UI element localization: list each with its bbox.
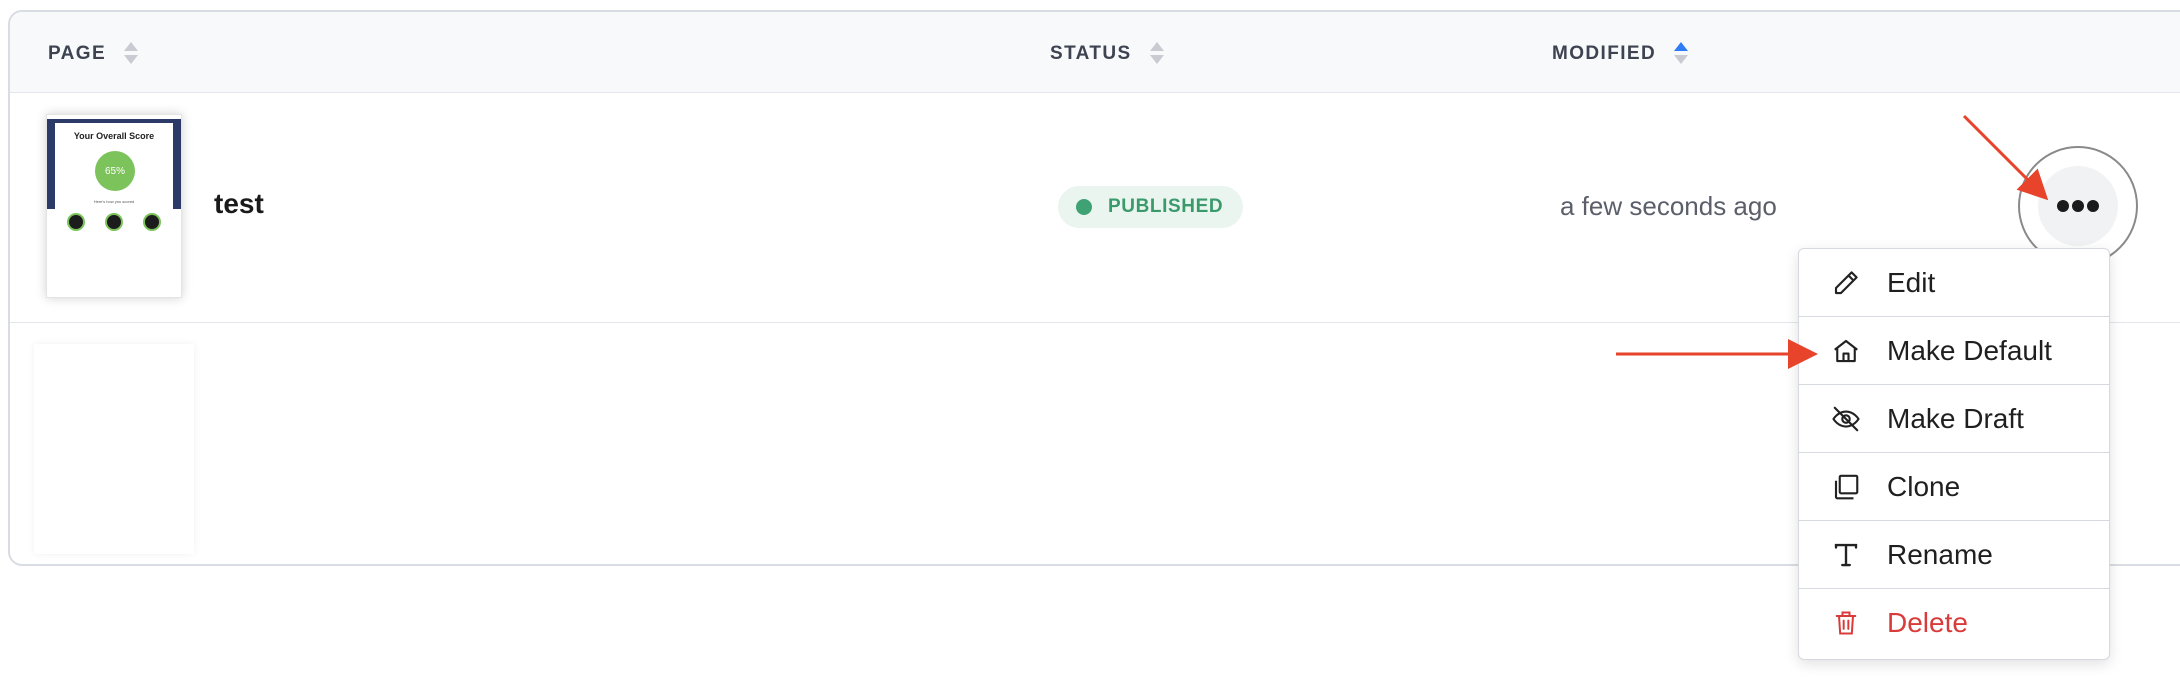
column-label-modified: MODIFIED xyxy=(1552,43,1657,64)
row-actions-menu: Edit Make Default Make Draft Clone Renam… xyxy=(1798,248,2110,660)
pencil-icon xyxy=(1829,266,1863,300)
menu-item-clone[interactable]: Clone xyxy=(1799,453,2109,521)
status-badge: PUBLISHED xyxy=(1058,186,1244,228)
menu-item-label: Make Draft xyxy=(1887,402,2024,434)
menu-item-rename[interactable]: Rename xyxy=(1799,521,2109,589)
column-label-status: STATUS xyxy=(1050,43,1132,64)
table-header: PAGE STATUS MODIFIED xyxy=(10,12,2180,93)
home-icon xyxy=(1829,334,1863,368)
page-thumbnail-placeholder xyxy=(34,344,194,554)
sort-icon[interactable] xyxy=(1149,42,1164,66)
thumbnail-title: Your Overall Score xyxy=(73,131,155,141)
thumbnail-dial-icon xyxy=(105,213,123,231)
eye-slash-icon xyxy=(1829,402,1863,436)
copy-icon xyxy=(1829,470,1863,504)
menu-item-label: Rename xyxy=(1887,538,1993,570)
status-label: PUBLISHED xyxy=(1108,196,1224,217)
thumbnail-dial-icon xyxy=(67,213,85,231)
column-header-modified[interactable]: MODIFIED xyxy=(1552,42,1689,66)
sort-ascending-icon[interactable] xyxy=(1674,42,1689,66)
menu-item-label: Delete xyxy=(1887,607,1968,638)
column-header-status[interactable]: STATUS xyxy=(1050,42,1164,66)
menu-item-delete[interactable]: Delete xyxy=(1799,589,2109,657)
thumbnail-subtitle: Here's how you scored xyxy=(93,199,135,204)
thumbnail-dial-icon xyxy=(143,213,161,231)
trash-icon xyxy=(1829,606,1863,640)
menu-item-label: Edit xyxy=(1887,266,1936,298)
column-label-page: PAGE xyxy=(48,43,107,64)
thumbnail-score-circle: 65% xyxy=(95,151,135,191)
menu-item-label: Make Default xyxy=(1887,334,2052,366)
page-name[interactable]: test xyxy=(214,188,264,220)
thumbnail-preview: Your Overall Score 65% Here's how you sc… xyxy=(55,123,173,289)
menu-item-label: Clone xyxy=(1887,470,1961,502)
menu-item-make-draft[interactable]: Make Draft xyxy=(1799,385,2109,453)
page-thumbnail[interactable]: Your Overall Score 65% Here's how you sc… xyxy=(46,114,182,298)
column-header-page[interactable]: PAGE xyxy=(48,42,139,66)
text-icon xyxy=(1829,538,1863,572)
ellipsis-icon xyxy=(2057,200,2099,212)
more-options-button[interactable] xyxy=(2038,166,2118,246)
menu-item-make-default[interactable]: Make Default xyxy=(1799,317,2109,385)
status-dot-icon xyxy=(1076,199,1092,215)
sort-icon[interactable] xyxy=(124,42,139,66)
modified-time: a few seconds ago xyxy=(1560,191,1777,221)
menu-item-edit[interactable]: Edit xyxy=(1799,249,2109,317)
